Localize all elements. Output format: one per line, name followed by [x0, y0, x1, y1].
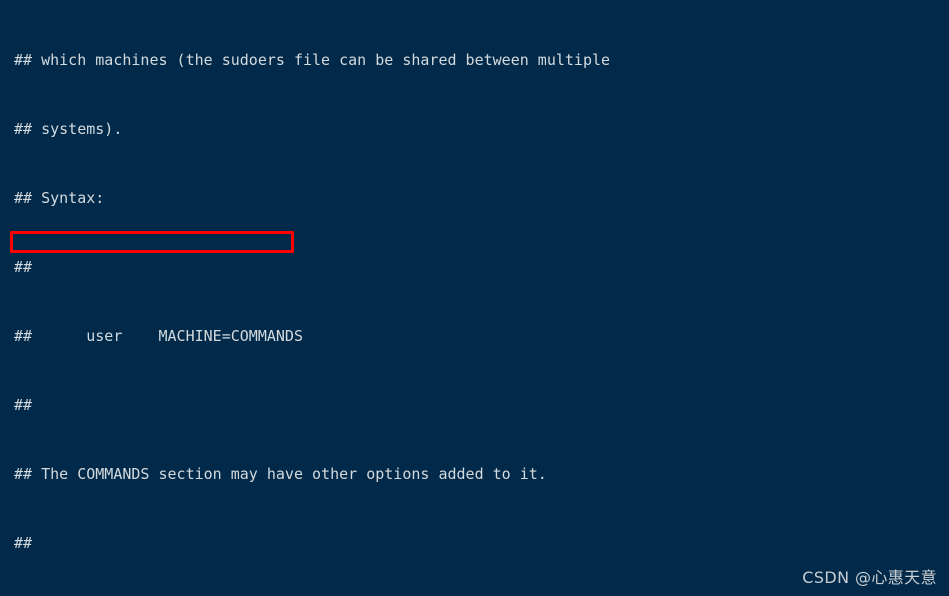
- terminal-line: ##: [14, 396, 33, 414]
- terminal-line: ##: [14, 258, 33, 276]
- terminal-window[interactable]: ## which machines (the sudoers file can …: [0, 0, 949, 596]
- watermark-label: CSDN @心惠天意: [802, 568, 937, 587]
- terminal-text-buffer: ## which machines (the sudoers file can …: [14, 3, 949, 596]
- terminal-line: ## which machines (the sudoers file can …: [14, 51, 611, 69]
- terminal-line: ## The COMMANDS section may have other o…: [14, 465, 547, 483]
- terminal-line: ##: [14, 534, 33, 552]
- terminal-line: ## user MACHINE=COMMANDS: [14, 327, 303, 345]
- terminal-line: ## systems).: [14, 120, 123, 138]
- terminal-line: ## Syntax:: [14, 189, 105, 207]
